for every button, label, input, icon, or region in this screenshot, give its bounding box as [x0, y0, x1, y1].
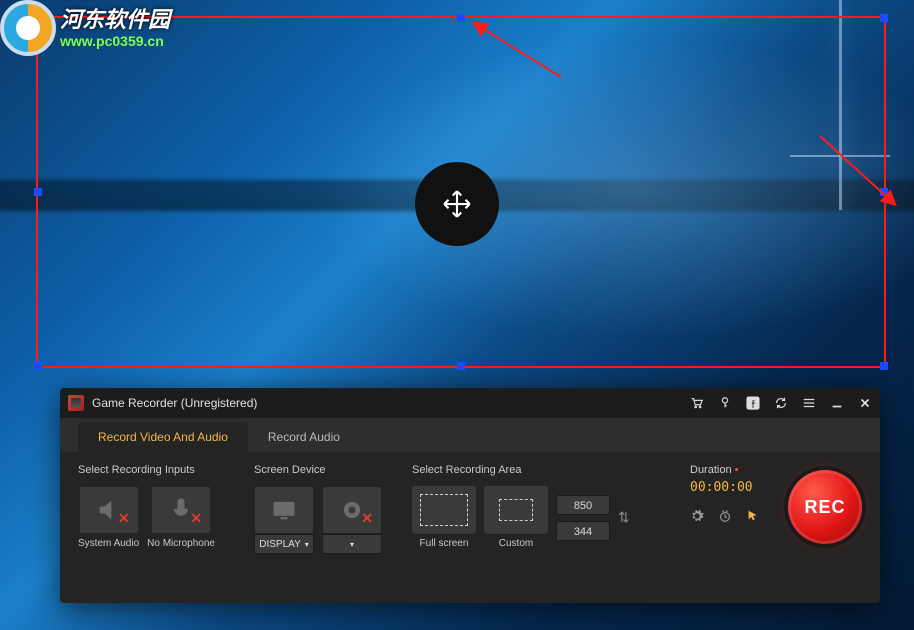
resize-handle-bottom-left[interactable]	[34, 362, 42, 370]
cart-icon[interactable]	[690, 396, 704, 410]
resize-handle-top-mid[interactable]	[457, 14, 465, 22]
refresh-icon[interactable]	[774, 396, 788, 410]
watermark: 河东软件园 www.pc0359.cn	[0, 0, 170, 56]
display-device-button[interactable]	[254, 486, 314, 534]
watermark-logo	[0, 0, 56, 56]
area-width-input[interactable]: 850	[556, 495, 610, 515]
titlebar[interactable]: Game Recorder (Unregistered)	[60, 388, 880, 418]
record-button-label: REC	[804, 497, 845, 518]
tabs: Record Video And Audio Record Audio	[60, 418, 880, 452]
record-button[interactable]: REC	[788, 470, 862, 544]
system-audio-toggle[interactable]: ✕	[79, 486, 139, 534]
full-screen-button[interactable]	[412, 486, 476, 534]
device-group-label: Screen Device	[254, 464, 404, 478]
disabled-x-icon: ✕	[361, 510, 373, 527]
custom-area-button[interactable]	[484, 486, 548, 534]
microphone-toggle[interactable]: ✕	[151, 486, 211, 534]
full-screen-label: Full screen	[420, 538, 469, 549]
area-height-input[interactable]: 344	[556, 521, 610, 541]
menu-icon[interactable]	[802, 396, 816, 410]
display-dropdown[interactable]: DISPLAY	[254, 534, 314, 554]
tab-record-audio[interactable]: Record Audio	[248, 422, 360, 452]
facebook-icon[interactable]	[746, 396, 760, 410]
resize-handle-bottom-right[interactable]	[880, 362, 888, 370]
disabled-x-icon: ✕	[118, 510, 130, 527]
resize-handle-top-right[interactable]	[880, 14, 888, 22]
webcam-device-button[interactable]: ✕	[322, 486, 382, 534]
watermark-text-cn: 河东软件园	[60, 7, 170, 32]
window-title: Game Recorder (Unregistered)	[92, 396, 257, 410]
app-icon	[68, 395, 84, 411]
close-button[interactable]	[858, 396, 872, 410]
settings-icon[interactable]	[690, 509, 704, 523]
move-handle[interactable]	[415, 162, 499, 246]
panel: Select Recording Inputs ✕ System Audio ✕…	[60, 452, 880, 603]
watermark-text-url: www.pc0359.cn	[60, 33, 170, 49]
webcam-dropdown[interactable]	[322, 534, 382, 554]
system-audio-label: System Audio	[78, 538, 139, 549]
disabled-x-icon: ✕	[190, 510, 202, 527]
resize-handle-mid-left[interactable]	[34, 188, 42, 196]
minimize-button[interactable]	[830, 396, 844, 410]
resize-handle-bottom-mid[interactable]	[457, 362, 465, 370]
recorder-window: Game Recorder (Unregistered) Record Vide…	[60, 388, 880, 603]
link-dimensions-icon[interactable]: ⇅	[618, 509, 630, 526]
annotation-arrow-top	[476, 22, 566, 87]
inputs-group-label: Select Recording Inputs	[78, 464, 246, 478]
cursor-icon[interactable]	[746, 509, 760, 523]
custom-area-label: Custom	[499, 538, 533, 549]
microphone-label: No Microphone	[147, 538, 215, 549]
tab-record-video-audio[interactable]: Record Video And Audio	[78, 422, 248, 452]
duration-value: 00:00:00	[690, 480, 753, 495]
annotation-arrow-right	[810, 130, 900, 215]
key-icon[interactable]	[718, 396, 732, 410]
duration-label: Duration	[690, 464, 739, 476]
schedule-icon[interactable]	[718, 509, 732, 523]
area-group-label: Select Recording Area	[412, 464, 672, 478]
